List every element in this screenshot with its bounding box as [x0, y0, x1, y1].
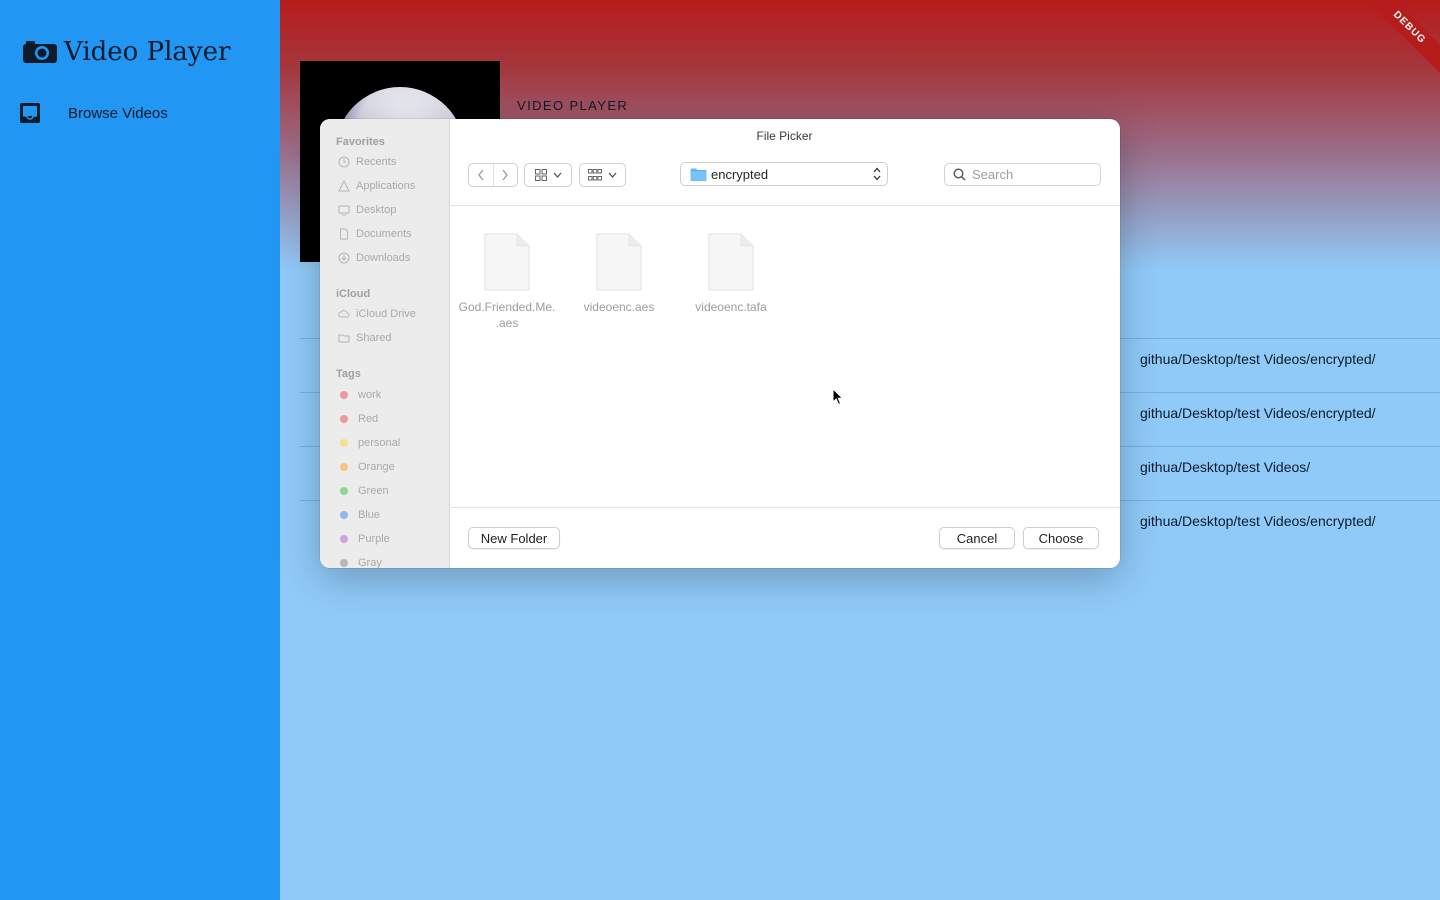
chevron-up-down-icon	[873, 167, 881, 181]
search-input[interactable]	[972, 167, 1092, 182]
video-path: githua/Desktop/test Videos/encrypted/	[1140, 351, 1376, 367]
history-nav	[468, 163, 518, 187]
sidebar-item-label: Desktop	[356, 204, 397, 216]
shared-folder-icon	[338, 334, 350, 343]
tag-dot	[340, 559, 348, 567]
tag-item[interactable]: work	[338, 387, 381, 403]
file-icon	[484, 233, 530, 291]
app-title: Video Player	[22, 34, 230, 70]
current-folder-label: encrypted	[711, 166, 769, 182]
tag-item[interactable]: Purple	[338, 531, 390, 547]
app-sidebar: Video Player Browse Videos	[0, 0, 280, 900]
tag-label: Orange	[358, 461, 395, 473]
tag-label: Green	[358, 485, 389, 497]
tag-dot	[340, 415, 348, 423]
search-field[interactable]	[944, 163, 1101, 186]
tag-dot	[340, 439, 348, 447]
sidebar-item-label: Documents	[356, 228, 412, 240]
tag-dot	[340, 487, 348, 495]
file-item[interactable]: videoenc.tafa	[675, 233, 787, 315]
tag-dot	[340, 511, 348, 519]
sidebar-item-downloads[interactable]: Downloads	[338, 250, 410, 266]
sidebar-item-label: Shared	[356, 332, 392, 344]
cancel-button[interactable]: Cancel	[939, 527, 1015, 549]
camera-icon	[23, 41, 57, 63]
tag-dot	[340, 463, 348, 471]
file-name: God.Friended.Me. .aes	[458, 300, 556, 330]
sidebar-item-desktop[interactable]: Desktop	[338, 202, 396, 218]
file-picker-dialog: Favorites Recents Applications Desktop D…	[320, 119, 1120, 568]
tag-label: Red	[358, 413, 379, 425]
tag-label: Blue	[358, 509, 381, 521]
chevron-left-icon	[477, 169, 484, 181]
desktop-icon	[338, 205, 350, 216]
inbox-icon	[20, 103, 40, 123]
video-path: githua/Desktop/test Videos/encrypted/	[1140, 513, 1376, 529]
tag-item[interactable]: Green	[338, 483, 389, 499]
file-name: videoenc.tafa	[695, 300, 767, 314]
sidebar-item-label: iCloud Drive	[356, 308, 416, 320]
file-item[interactable]: videoenc.aes	[563, 233, 675, 315]
sidebar-item-documents[interactable]: Documents	[338, 226, 412, 242]
tag-dot	[340, 391, 348, 399]
tag-item[interactable]: Gray	[338, 555, 382, 568]
sidebar-item-label: Applications	[356, 180, 416, 192]
new-folder-button[interactable]: New Folder	[468, 527, 560, 549]
download-icon	[338, 252, 350, 264]
sidebar-item-browse-videos[interactable]: Browse Videos	[18, 100, 168, 126]
favorites-heading: Favorites	[336, 136, 385, 148]
back-button[interactable]	[469, 164, 493, 186]
tag-item[interactable]: Red	[338, 411, 378, 427]
chevron-right-icon	[502, 169, 509, 181]
file-icon	[596, 233, 642, 291]
sidebar-item-icloud-drive[interactable]: iCloud Drive	[338, 306, 416, 322]
tag-item[interactable]: personal	[338, 435, 400, 451]
tags-heading: Tags	[336, 368, 361, 380]
video-path: githua/Desktop/test Videos/encrypted/	[1140, 405, 1376, 421]
sidebar-item-recents[interactable]: Recents	[338, 154, 396, 170]
sidebar-item-label: Downloads	[356, 252, 411, 264]
sidebar-item-label: Recents	[356, 156, 397, 168]
file-item[interactable]: God.Friended.Me. .aes	[451, 233, 563, 331]
choose-button[interactable]: Choose	[1023, 527, 1099, 549]
tag-label: Gray	[358, 557, 382, 568]
search-icon	[953, 168, 966, 181]
view-mode-button[interactable]	[524, 163, 572, 187]
tag-label: personal	[358, 437, 401, 449]
tag-label: Purple	[358, 533, 390, 545]
document-icon	[340, 228, 348, 240]
icon-grid-icon	[534, 169, 547, 181]
forward-button[interactable]	[492, 164, 518, 186]
file-name: videoenc.aes	[583, 300, 655, 314]
footer-divider	[449, 507, 1120, 508]
folder-icon	[690, 168, 707, 181]
applications-icon	[338, 180, 350, 192]
sidebar-item-applications[interactable]: Applications	[338, 178, 415, 194]
folder-location-select[interactable]: encrypted	[680, 162, 888, 186]
toolbar-divider	[449, 205, 1120, 206]
app-title-text: Video Player	[64, 37, 231, 67]
group-grid-icon	[588, 169, 602, 181]
sidebar-item-shared[interactable]: Shared	[338, 330, 391, 346]
chevron-down-icon	[608, 172, 617, 178]
sidebar-item-label: Browse Videos	[68, 104, 168, 122]
tag-item[interactable]: Orange	[338, 459, 395, 475]
dialog-sidebar: Favorites Recents Applications Desktop D…	[320, 119, 450, 568]
chevron-down-icon	[553, 172, 561, 178]
tag-item[interactable]: Blue	[338, 507, 380, 523]
video-path: githua/Desktop/test Videos/	[1140, 459, 1311, 475]
tag-label: work	[358, 389, 382, 401]
file-icon	[708, 233, 754, 291]
icloud-heading: iCloud	[336, 288, 371, 300]
dialog-title: File Picker	[756, 129, 813, 143]
cloud-icon	[338, 310, 350, 318]
clock-icon	[338, 156, 350, 168]
group-by-button[interactable]	[579, 163, 626, 187]
tag-dot	[340, 535, 348, 543]
mouse-cursor-icon	[832, 388, 844, 406]
section-label: VIDEO PLAYER	[517, 98, 629, 113]
